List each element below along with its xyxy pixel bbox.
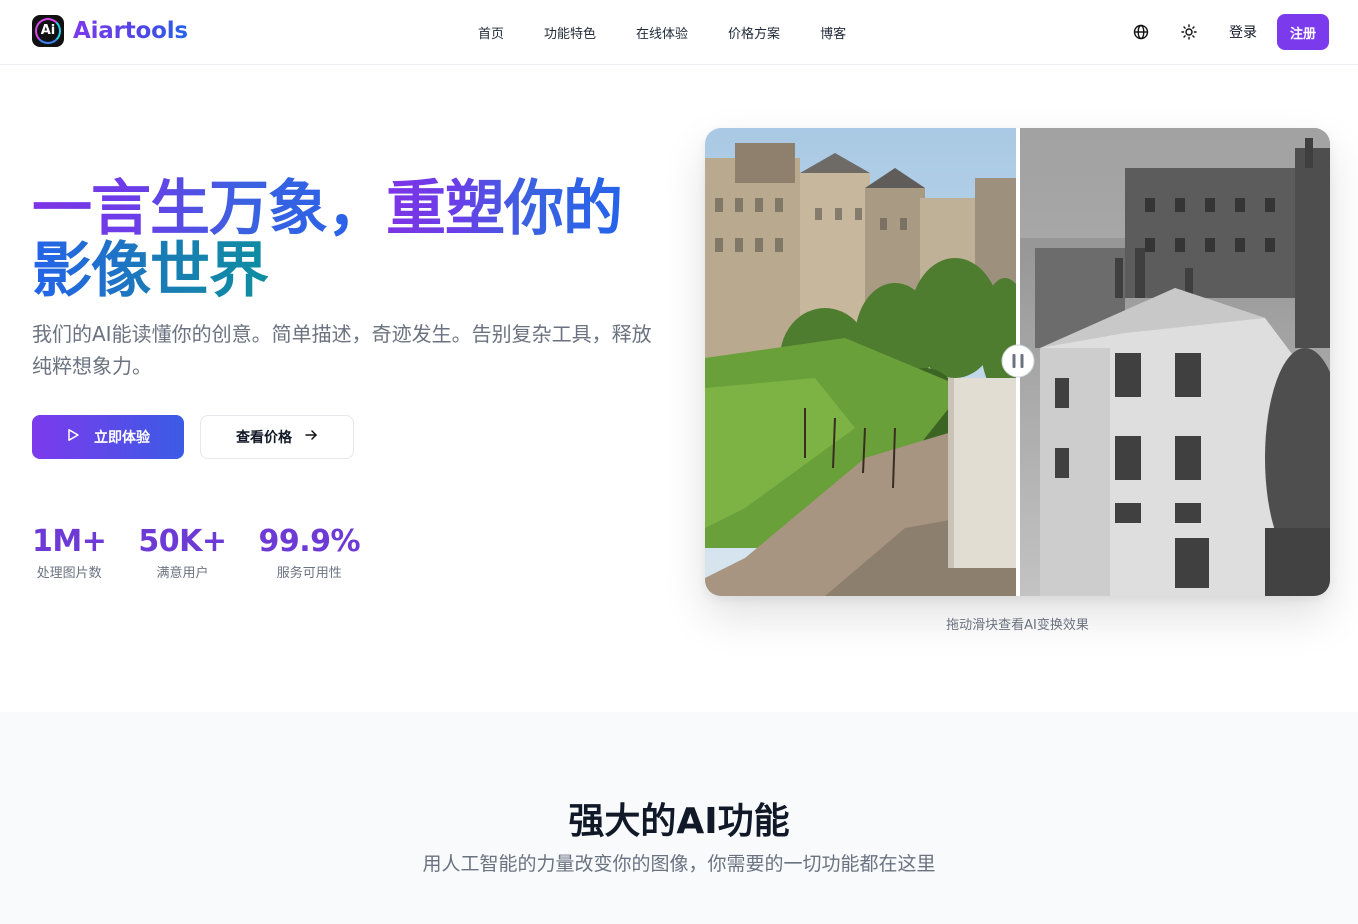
hero-subtitle: 我们的AI能读懂你的创意。简单描述，奇迹发生。告别复杂工具，释放纯粹想象力。 (32, 322, 652, 378)
logo[interactable]: Ai Aiartools (32, 15, 188, 47)
stat-availability: 99.9% 服务可用性 (259, 524, 361, 581)
try-now-button[interactable]: 立即体验 (32, 415, 184, 459)
stat-value: 50K+ (138, 524, 227, 559)
login-link[interactable]: 登录 (1229, 22, 1257, 42)
headline-part-1: 一言生万象， (32, 174, 387, 244)
features-subtitle: 用人工智能的力量改变你的图像，你需要的一切功能都在这里 (422, 853, 936, 875)
logo-badge-icon: Ai (32, 15, 64, 47)
stat-value: 1M+ (32, 524, 107, 559)
main-nav: 首页 功能特色 在线体验 价格方案 博客 (478, 23, 886, 42)
hero-stats: 1M+ 处理图片数 50K+ 满意用户 99.9% 服务可用性 (32, 524, 392, 581)
before-after-comparison[interactable] (705, 128, 1330, 596)
header-actions: 登录 注册 (1129, 14, 1329, 50)
view-pricing-label: 查看价格 (236, 430, 292, 446)
stat-value: 99.9% (258, 524, 361, 559)
features-title: 强大的AI功能 (568, 801, 790, 842)
headline-part-2: 重塑你的 (386, 174, 623, 244)
original-image (1018, 128, 1330, 596)
stat-processed-images: 1M+ 处理图片数 (32, 524, 107, 581)
signup-button[interactable]: 注册 (1277, 14, 1329, 50)
stat-label: 处理图片数 (36, 566, 102, 581)
sun-icon[interactable] (1177, 20, 1201, 44)
headline-part-3: 影像世界 (32, 236, 269, 306)
globe-icon[interactable] (1129, 20, 1153, 44)
stat-label: 服务可用性 (276, 566, 342, 581)
logo-badge-text: Ai (40, 23, 56, 38)
nav-item-home[interactable]: 首页 (478, 23, 504, 42)
features-section: 强大的AI功能 用人工智能的力量改变你的图像，你需要的一切功能都在这里 (0, 712, 1358, 924)
nav-item-blog[interactable]: 博客 (820, 23, 846, 42)
nav-item-pricing[interactable]: 价格方案 (728, 23, 780, 42)
view-pricing-button[interactable]: 查看价格 (200, 415, 354, 459)
stat-happy-users: 50K+ 满意用户 (138, 524, 227, 581)
arrow-right-icon (304, 428, 318, 446)
top-navbar: Ai Aiartools 首页 功能特色 在线体验 价格方案 博客 登录 注册 (0, 0, 1358, 65)
brand-name[interactable]: Aiartools (73, 18, 188, 44)
nav-item-features[interactable]: 功能特色 (544, 23, 596, 42)
hero-headline: 一言生万象，重塑你的 影像世界 (32, 178, 672, 302)
compare-caption: 拖动滑块查看AI变换效果 (946, 618, 1089, 633)
play-icon (66, 428, 80, 446)
stat-label: 满意用户 (156, 566, 209, 581)
nav-item-try-online[interactable]: 在线体验 (636, 23, 688, 42)
ai-result-image (705, 128, 1030, 596)
try-now-label: 立即体验 (94, 430, 150, 446)
